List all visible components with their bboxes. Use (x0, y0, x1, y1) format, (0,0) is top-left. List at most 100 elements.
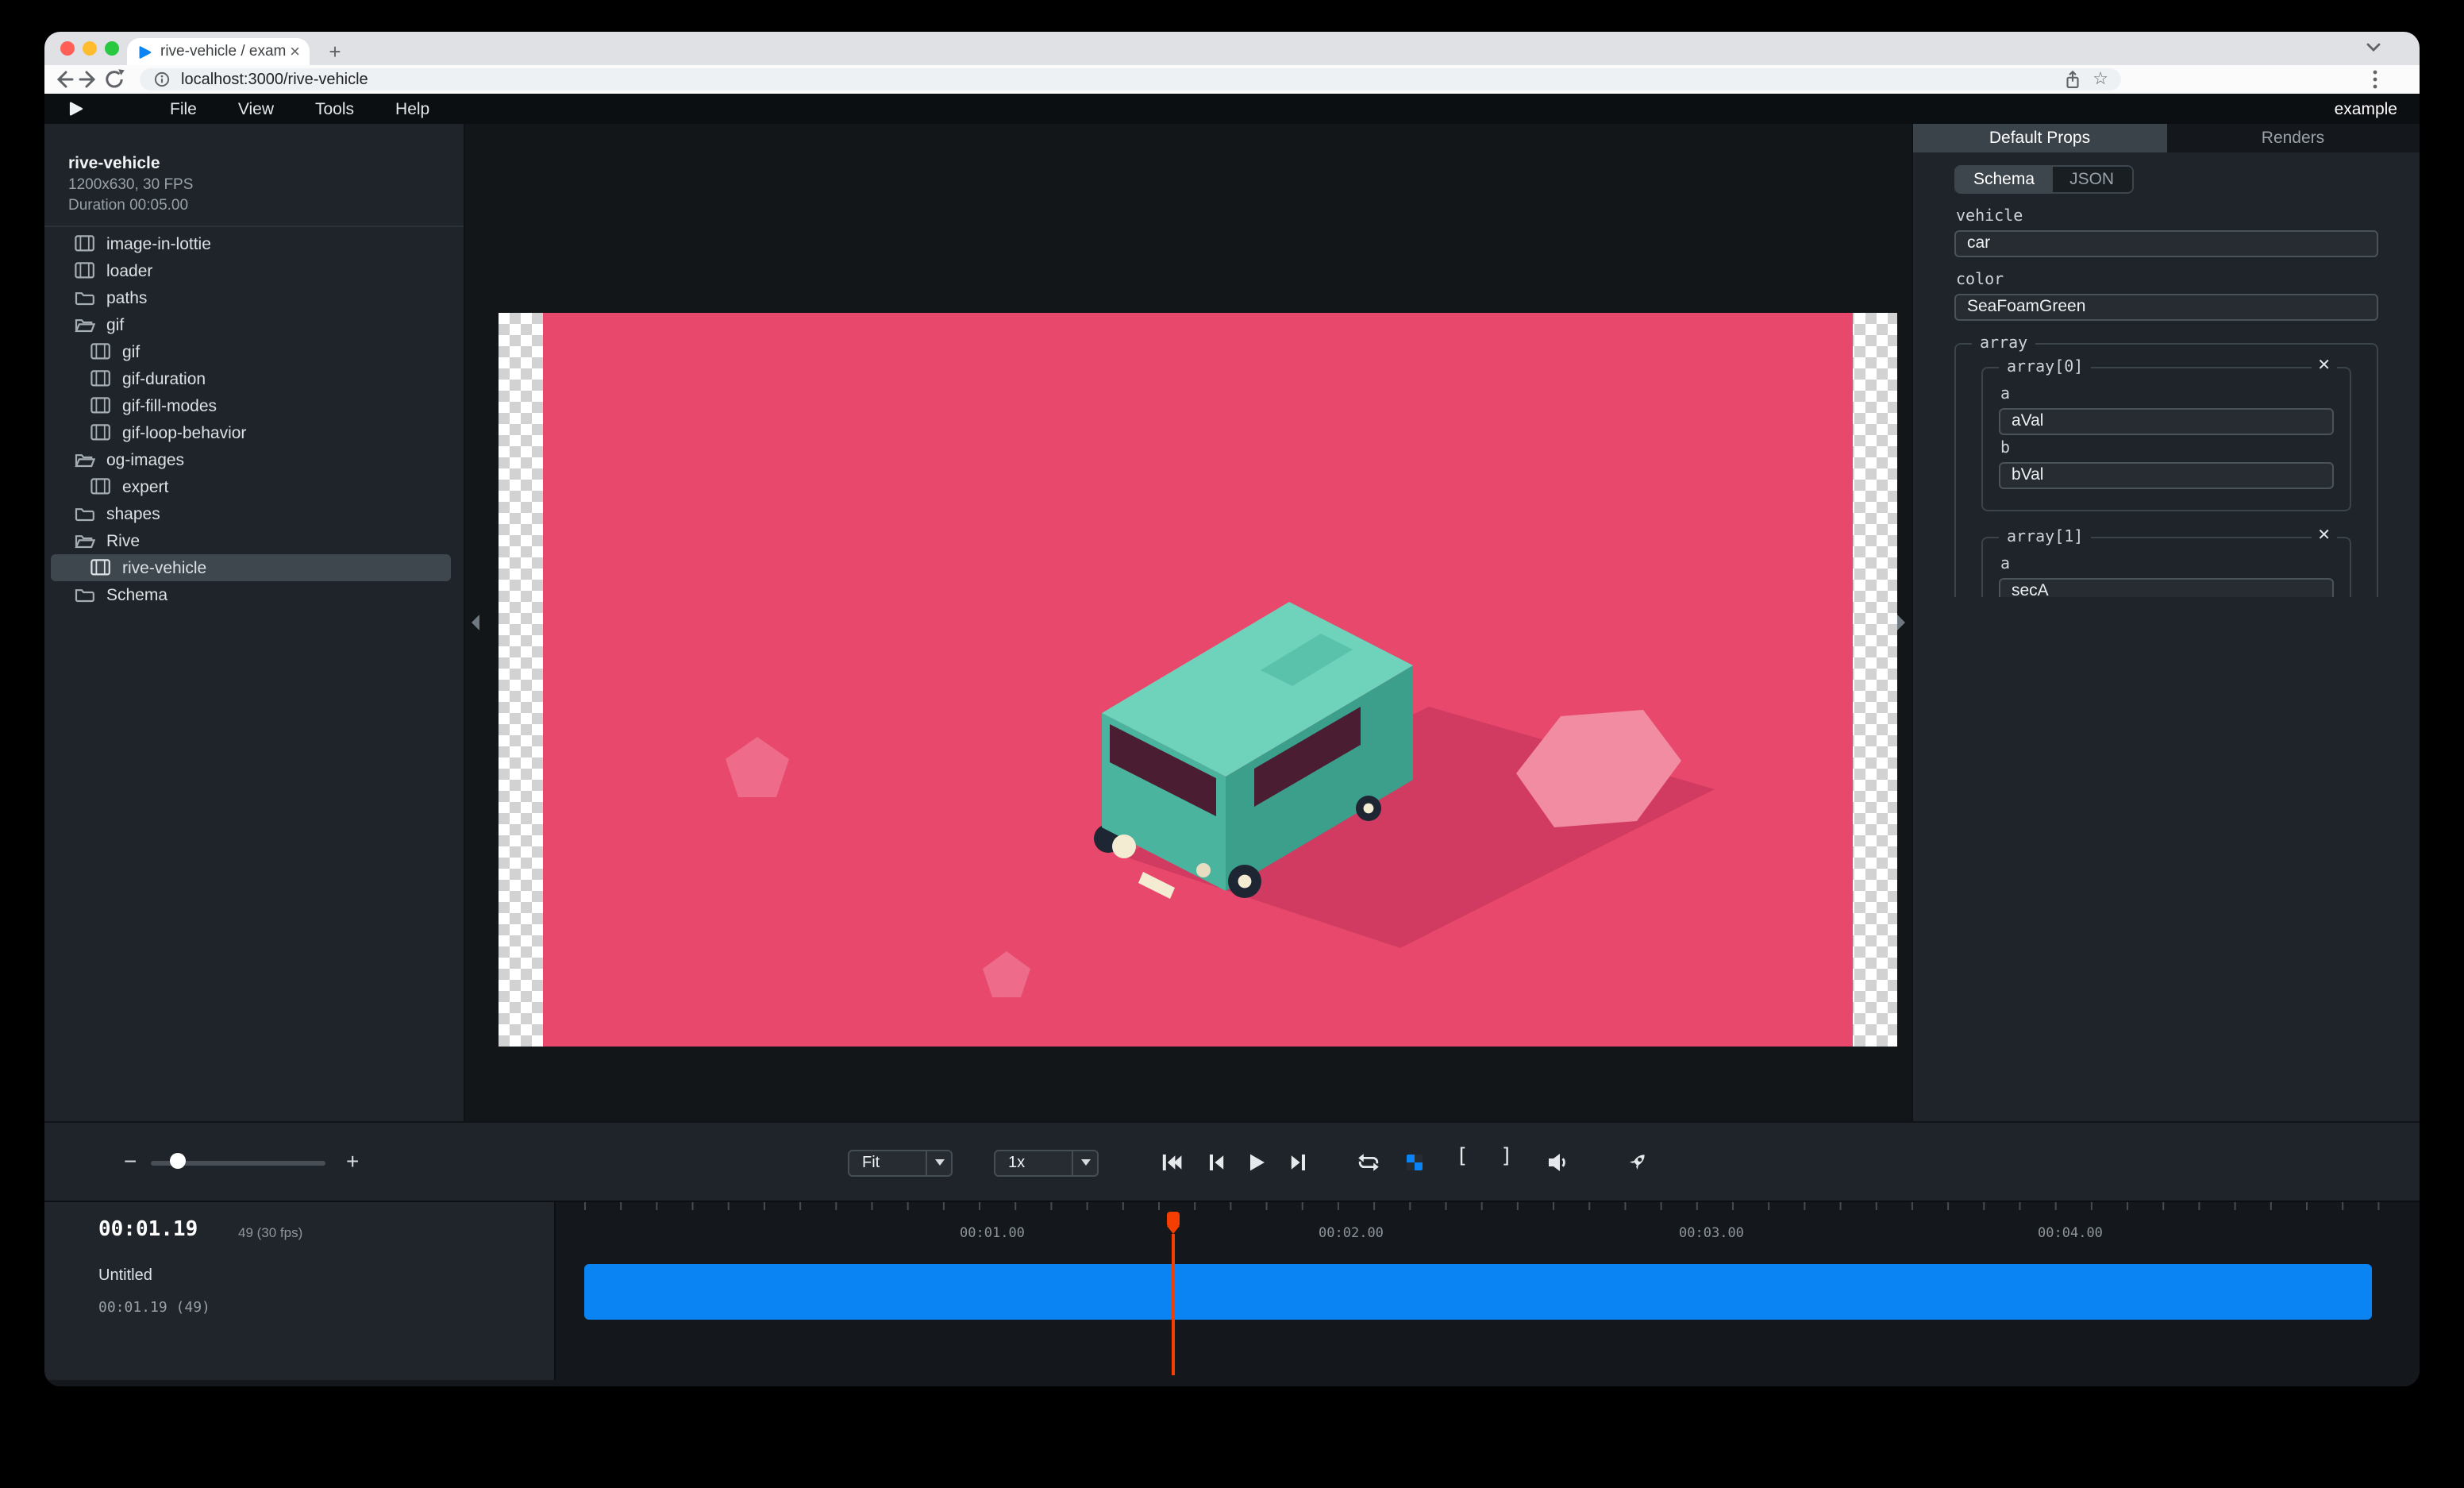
array-0-b-input[interactable]: bVal (1999, 462, 2334, 489)
sidebar-item-label: image-in-lottie (106, 234, 211, 253)
folder-open-icon (75, 316, 95, 333)
toggle-json[interactable]: JSON (2052, 167, 2131, 192)
track-name[interactable]: Untitled (98, 1267, 152, 1285)
remotion-logo[interactable] (67, 100, 84, 118)
timeline-track-bar[interactable] (584, 1264, 2372, 1320)
address-bar[interactable]: localhost:3000/rive-vehicle ☆ (140, 68, 2121, 91)
sidebar-item-shapes[interactable]: shapes (51, 500, 451, 527)
sidebar-item-gif-folder[interactable]: gif (51, 311, 451, 338)
transparency-checkerboard-icon[interactable] (1402, 1150, 1427, 1175)
menu-help[interactable]: Help (395, 99, 429, 118)
composition-duration: Duration 00:05.00 (68, 197, 464, 214)
sidebar-item-rive-vehicle[interactable]: rive-vehicle (51, 554, 451, 581)
remotion-favicon (137, 44, 152, 60)
sidebar-item-schema[interactable]: Schema (51, 581, 451, 608)
sidebar-item-image-in-lottie[interactable]: image-in-lottie (51, 230, 451, 257)
array-1-a-input[interactable]: secA (1999, 578, 2334, 597)
sidebar-item-gif-loop-behavior[interactable]: gif-loop-behavior (51, 419, 451, 446)
timeline-ruler[interactable] (584, 1202, 2404, 1210)
kebab-icon (2362, 67, 2388, 92)
color-input[interactable]: SeaFoamGreen (1954, 294, 2378, 321)
sidebar-item-rive[interactable]: Rive (51, 527, 451, 554)
sidebar-item-gif-fill-modes[interactable]: gif-fill-modes (51, 392, 451, 419)
reload-icon (102, 67, 127, 92)
timeline-header: 00:01.19 49 (30 fps) Untitled 00:01.19 (… (44, 1202, 556, 1380)
screenshot-stage: rive-vehicle / example - Remot × + (0, 0, 2464, 1488)
fit-dropdown[interactable]: Fit (848, 1149, 953, 1176)
sidebar-item-gif[interactable]: gif (51, 338, 451, 365)
rocket-icon[interactable] (1624, 1150, 1650, 1175)
props-form: Schema JSON vehicle car color SeaFoamGre… (1913, 152, 2420, 597)
video-frame (499, 313, 1897, 1047)
forward-button[interactable] (76, 67, 102, 92)
bookmark-star-icon[interactable]: ☆ (2092, 71, 2108, 88)
array-0-a-input[interactable]: aVal (1999, 408, 2334, 435)
tab-renders[interactable]: Renders (2166, 124, 2420, 152)
sidebar-item-og-images[interactable]: og-images (51, 446, 451, 473)
in-point-icon[interactable]: [ (1456, 1145, 1469, 1169)
remove-array-item-0-icon[interactable]: ✕ (2311, 357, 2337, 376)
transport-bar: − + Fit 1x (44, 1121, 2420, 1201)
composition-background (543, 313, 1853, 1047)
array-item-1: array[1] ✕ a secA b (1981, 537, 2351, 597)
collapse-panel-icon[interactable] (1897, 615, 1905, 630)
sidebar-item-paths[interactable]: paths (51, 284, 451, 311)
composition-icon (90, 424, 111, 441)
skip-to-start-icon[interactable] (1159, 1150, 1184, 1175)
out-point-icon[interactable]: ] (1500, 1145, 1513, 1169)
sidebar-item-label: gif (106, 315, 124, 334)
tab-close-icon[interactable]: × (290, 44, 300, 60)
next-frame-icon[interactable] (1286, 1150, 1311, 1175)
site-info-icon[interactable] (152, 70, 171, 89)
folder-icon (75, 505, 95, 522)
new-tab-button[interactable]: + (324, 40, 346, 62)
schema-json-toggle: Schema JSON (1954, 165, 2133, 194)
previous-frame-icon[interactable] (1203, 1150, 1229, 1175)
browser-tab-strip: rive-vehicle / example - Remot × + (44, 32, 2420, 65)
zoom-out-button[interactable]: − (124, 1148, 137, 1174)
browser-menu-button[interactable] (2362, 67, 2388, 92)
browser-window: rive-vehicle / example - Remot × + (44, 32, 2420, 1386)
minimize-window-button[interactable] (83, 41, 97, 56)
play-icon[interactable] (1243, 1150, 1269, 1175)
menu-view[interactable]: View (238, 99, 274, 118)
zoom-window-button[interactable] (105, 41, 119, 56)
playhead[interactable] (1167, 1212, 1180, 1375)
zoom-in-button[interactable]: + (346, 1148, 359, 1174)
sidebar-item-expert[interactable]: expert (51, 473, 451, 500)
sidebar-item-label: shapes (106, 504, 160, 523)
sidebar-item-label: Rive (106, 531, 140, 550)
browser-toolbar: localhost:3000/rive-vehicle ☆ (44, 65, 2420, 94)
folder-open-icon (75, 451, 95, 468)
fit-dropdown-value: Fit (849, 1154, 926, 1171)
compositions-sidebar: rive-vehicle 1200x630, 30 FPS Duration 0… (44, 124, 465, 1121)
sidebar-item-loader[interactable]: loader (51, 257, 451, 284)
speed-dropdown-value: 1x (995, 1154, 1072, 1171)
composition-meta: 1200x630, 30 FPS (68, 176, 464, 194)
speed-dropdown[interactable]: 1x (994, 1149, 1099, 1176)
tab-default-props[interactable]: Default Props (1913, 124, 2166, 152)
volume-icon[interactable] (1545, 1150, 1570, 1175)
menu-tools[interactable]: Tools (315, 99, 354, 118)
frame-info: 49 (30 fps) (238, 1224, 302, 1240)
menu-file[interactable]: File (170, 99, 197, 118)
collapse-sidebar-icon[interactable] (472, 615, 479, 630)
reload-button[interactable] (102, 67, 127, 92)
zoom-slider-knob[interactable] (170, 1153, 186, 1169)
sidebar-item-gif-duration[interactable]: gif-duration (51, 365, 451, 392)
composition-icon (75, 235, 95, 252)
share-icon[interactable] (2062, 69, 2083, 90)
tab-strip-chevron-icon[interactable] (2366, 43, 2381, 52)
close-window-button[interactable] (60, 41, 75, 56)
composition-icon (90, 478, 111, 495)
vehicle-illustration (543, 313, 1853, 1047)
vehicle-input[interactable]: car (1954, 230, 2378, 257)
loop-icon[interactable] (1356, 1150, 1381, 1175)
playhead-handle[interactable] (1167, 1212, 1180, 1226)
remove-array-item-1-icon[interactable]: ✕ (2311, 527, 2337, 546)
field-label-vehicle: vehicle (1956, 208, 2378, 226)
back-button[interactable] (51, 67, 76, 92)
array-item-0-label: array[0] (1999, 359, 2091, 376)
toggle-schema[interactable]: Schema (1956, 167, 2052, 192)
browser-tab[interactable]: rive-vehicle / example - Remot × (127, 38, 310, 65)
